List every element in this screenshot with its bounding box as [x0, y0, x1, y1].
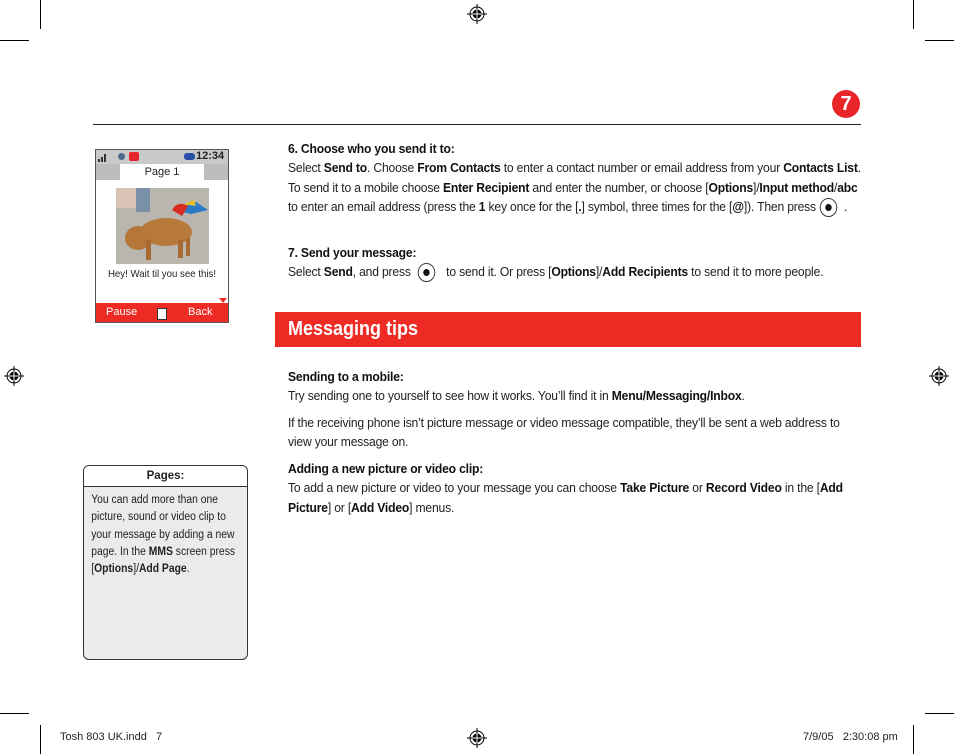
step-7: 7. Send your message: Select Send, and p…: [288, 243, 863, 283]
step-6-body: Select Send to. Choose From Contacts to …: [288, 158, 863, 217]
phone-page-tab: Page 1: [120, 164, 204, 180]
step-6: 6. Choose who you send it to: Select Sen…: [288, 139, 863, 217]
crop-mark: [925, 40, 954, 41]
page-number-badge: 7: [832, 90, 860, 118]
tip-adding-picture: Adding a new picture or video clip: To a…: [288, 459, 863, 517]
tip-3-heading: Adding a new picture or video clip:: [288, 461, 484, 476]
footer-file-info: Tosh 803 UK.indd 7: [60, 731, 163, 743]
header-rule: [93, 124, 861, 125]
tip-1-heading: Sending to a mobile:: [288, 369, 404, 384]
pages-note-title: Pages:: [84, 466, 247, 487]
select-key-icon: [418, 263, 436, 283]
phone-status-bar: 12:34: [96, 150, 228, 164]
phone-screenshot: 12:34 Page 1 Hey! Wait til you see this!…: [95, 149, 229, 323]
registration-mark-icon: [467, 4, 487, 24]
crop-mark: [913, 0, 914, 29]
photo-illustration: [116, 188, 209, 264]
tip-sending-to-mobile: Sending to a mobile: Try sending one to …: [288, 367, 863, 406]
battery-icon: [184, 153, 195, 160]
signal-icon: [98, 154, 106, 162]
registration-mark-icon: [467, 728, 487, 748]
crop-mark: [40, 725, 41, 754]
footer-timestamp: 7/9/05 2:30:08 pm: [803, 731, 898, 743]
crop-mark: [0, 713, 29, 714]
phone-time: 12:34: [196, 150, 225, 162]
crop-mark: [925, 713, 954, 714]
registration-mark-icon: [4, 366, 24, 386]
section-banner: Messaging tips: [275, 312, 861, 347]
phone-softkey-bar: Pause Back: [96, 303, 228, 322]
crop-mark: [913, 725, 914, 754]
step-7-heading: 7. Send your message:: [288, 245, 417, 260]
select-key-icon: [819, 197, 838, 217]
tip-3-body: To add a new picture or video to your me…: [288, 480, 843, 515]
message-icon: [118, 153, 125, 160]
pages-note-box: Pages: You can add more than one picture…: [83, 465, 248, 660]
registration-mark-icon: [929, 366, 949, 386]
step-7-body: Select Send, and press to send it. Or pr…: [288, 262, 863, 283]
tip-compatibility: If the receiving phone isn’t picture mes…: [288, 413, 863, 452]
pages-note-body: You can add more than one picture, sound…: [91, 494, 236, 576]
crop-mark: [40, 0, 41, 29]
phone-message-caption: Hey! Wait til you see this!: [107, 268, 217, 280]
crop-mark: [0, 40, 29, 41]
dog-with-parrot-photo: [116, 188, 209, 264]
softkey-back: Back: [188, 306, 213, 318]
softkey-pause: Pause: [106, 306, 138, 318]
section-title: Messaging tips: [288, 318, 419, 340]
step-6-heading: 6. Choose who you send it to:: [288, 141, 455, 156]
pause-icon: [157, 308, 167, 320]
tip-1-body: Try sending one to yourself to see how i…: [288, 388, 745, 404]
tip-2-body: If the receiving phone isn’t picture mes…: [288, 415, 840, 450]
envelope-icon: [129, 152, 139, 161]
